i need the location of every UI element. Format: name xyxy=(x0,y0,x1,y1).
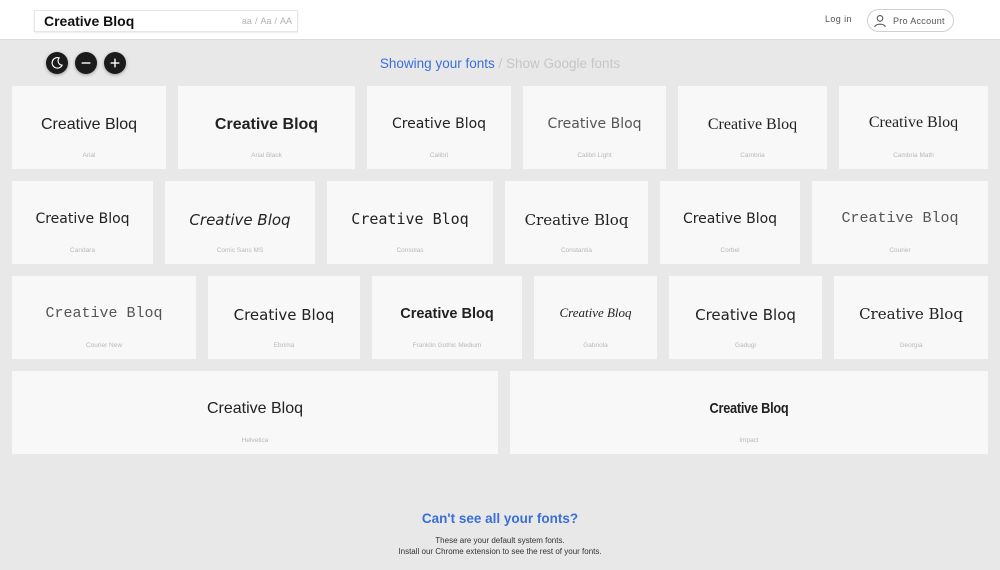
pro-account-button[interactable]: Pro Account xyxy=(867,9,954,32)
font-sample: Creative Bloq xyxy=(682,211,778,227)
lowercase-toggle[interactable]: aa xyxy=(242,16,252,26)
pro-account-label: Pro Account xyxy=(893,15,945,26)
case-toggle-group: aa / Aa / AA xyxy=(242,16,292,26)
font-card[interactable]: Creative Bloq Arial xyxy=(12,86,166,169)
font-sample: Creative Bloq xyxy=(35,211,130,227)
font-name: Candara xyxy=(70,247,95,254)
font-sample: Creative Bloq xyxy=(206,400,304,417)
font-card[interactable]: Creative Bloq Candara xyxy=(12,181,153,264)
help-title-link[interactable]: Can't see all your fonts? xyxy=(0,511,1000,526)
font-card[interactable]: Creative Bloq Constantia xyxy=(505,181,648,264)
preview-text-input[interactable]: Creative Bloq aa / Aa / AA xyxy=(34,10,298,32)
font-sample: Creative Bloq xyxy=(524,211,629,229)
font-card[interactable]: Creative Bloq Gabriola xyxy=(534,276,657,359)
font-name: Arial xyxy=(82,152,96,159)
font-card[interactable]: Creative Bloq Calibri Light xyxy=(523,86,666,169)
font-name: Calibri xyxy=(429,152,449,159)
case-separator: / xyxy=(254,16,258,26)
font-sample: Creative Bloq xyxy=(707,116,798,133)
font-name: Helvetica xyxy=(241,437,269,444)
font-card[interactable]: Creative Bloq Cambria xyxy=(678,86,827,169)
your-fonts-link[interactable]: Showing your fonts xyxy=(380,56,495,71)
font-name: Comic Sans MS xyxy=(216,247,264,254)
font-name: Corbel xyxy=(720,247,740,254)
font-sample: Creative Bloq xyxy=(841,210,959,227)
font-source-toggle: Showing your fonts / Show Google fonts xyxy=(0,56,1000,71)
font-sample: Creative Bloq xyxy=(695,306,796,324)
font-card[interactable]: Creative Bloq Helvetica xyxy=(12,371,498,454)
font-name: Georgia xyxy=(899,342,923,349)
font-sample: Creative Bloq xyxy=(400,306,494,322)
uppercase-toggle[interactable]: AA xyxy=(280,16,292,26)
font-sample: Creative Bloq xyxy=(709,400,789,417)
font-card[interactable]: Creative Bloq Arial Black xyxy=(178,86,355,169)
font-card[interactable]: Creative Bloq Comic Sans MS xyxy=(165,181,315,264)
help-text-line-2: Install our Chrome extension to see the … xyxy=(398,547,602,556)
font-card[interactable]: Creative Bloq Courier xyxy=(812,181,988,264)
top-bar: Creative Bloq aa / Aa / AA Log in Pro Ac… xyxy=(0,0,1000,40)
font-sample: Creative Bloq xyxy=(214,116,319,133)
titlecase-toggle[interactable]: Aa xyxy=(260,16,271,26)
font-sample: Creative Bloq xyxy=(40,116,138,133)
font-name: Impact xyxy=(739,437,759,444)
font-name: Franklin Gothic Medium xyxy=(412,342,482,349)
font-name: Ebrima xyxy=(273,342,295,349)
font-card[interactable]: Creative Bloq Calibri xyxy=(367,86,511,169)
font-sample: Creative Bloq xyxy=(547,116,642,132)
font-card[interactable]: Creative Bloq Georgia xyxy=(834,276,988,359)
font-name: Constantia xyxy=(560,247,593,254)
font-name: Cambria Math xyxy=(893,152,934,159)
font-card[interactable]: Creative Bloq Courier New xyxy=(12,276,196,359)
font-sample: Creative Bloq xyxy=(45,305,163,322)
font-card[interactable]: Creative Bloq Franklin Gothic Medium xyxy=(372,276,522,359)
font-card[interactable]: Creative Bloq Cambria Math xyxy=(839,86,988,169)
font-name: Gabriola xyxy=(583,342,608,349)
font-card[interactable]: Creative Bloq Gadugi xyxy=(669,276,822,359)
user-icon xyxy=(874,14,886,27)
font-sample: Creative Bloq xyxy=(233,306,335,324)
font-name: Gadugi xyxy=(735,342,756,349)
font-sample: Creative Bloq xyxy=(391,116,487,132)
font-sample: Creative Bloq xyxy=(189,211,291,229)
font-name: Courier xyxy=(889,247,911,254)
font-sample: Creative Bloq xyxy=(859,305,963,323)
font-name: Calibri Light xyxy=(577,152,612,159)
font-card[interactable]: Creative Bloq Corbel xyxy=(660,181,800,264)
font-card[interactable]: Creative Bloq Impact xyxy=(510,371,988,454)
font-card[interactable]: Creative Bloq Consolas xyxy=(327,181,493,264)
font-name: Consolas xyxy=(396,247,424,254)
font-card[interactable]: Creative Bloq Ebrima xyxy=(208,276,360,359)
google-fonts-link[interactable]: Show Google fonts xyxy=(506,56,620,71)
source-separator: / xyxy=(494,56,506,71)
font-name: Arial Black xyxy=(251,152,282,159)
font-sample: Creative Bloq xyxy=(868,114,959,131)
preview-text-value[interactable]: Creative Bloq xyxy=(44,13,134,29)
font-name: Courier New xyxy=(85,342,123,349)
help-text-line-1: These are your default system fonts. xyxy=(435,536,565,545)
font-sample: Creative Bloq xyxy=(351,210,469,228)
font-name: Cambria xyxy=(740,152,765,159)
login-link[interactable]: Log in xyxy=(825,14,852,24)
case-separator: / xyxy=(274,16,277,26)
font-sample: Creative Bloq xyxy=(559,305,632,320)
